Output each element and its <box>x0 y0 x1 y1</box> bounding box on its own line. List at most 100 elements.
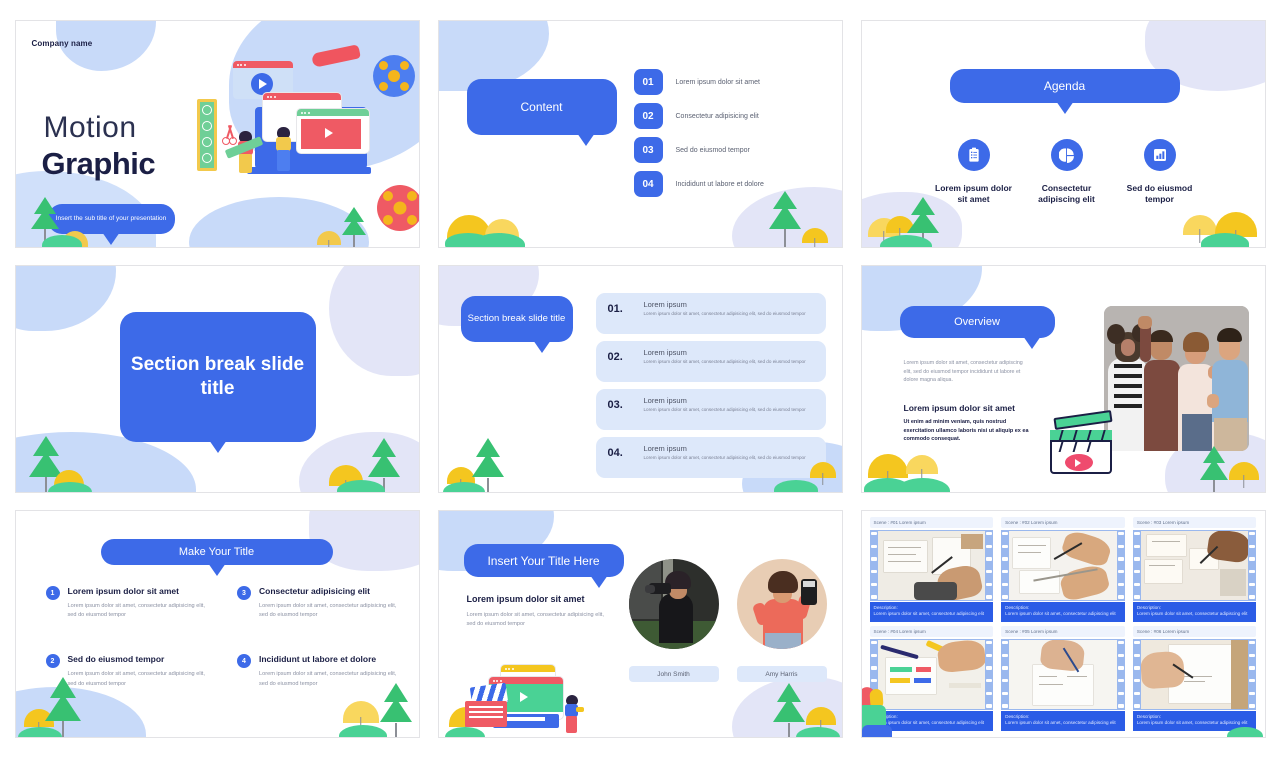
point-body: Lorem ipsum dolor sit amet, consectetur … <box>259 603 397 619</box>
mushroom-icon <box>885 216 914 240</box>
slide-thumbnail-title[interactable]: Company name Motion Graphic Insert the s… <box>14 20 420 248</box>
mushroom-icon <box>316 231 341 247</box>
mushroom-icon <box>801 228 828 247</box>
list-item[interactable]: 01 Lorem ipsum dolor sit amet <box>633 69 834 95</box>
decor-blob <box>731 677 842 737</box>
film-strip <box>1132 639 1257 710</box>
agenda-column[interactable]: Sed do eiusmod tempor <box>1118 139 1202 205</box>
point-heading: Consectetur adipisicing elit <box>259 586 370 596</box>
team-title-bubble[interactable]: Insert Your Title Here <box>463 544 624 588</box>
slide-thumbnail-agenda[interactable]: Agenda Lorem ipsum dolor sit amet Consec… <box>860 20 1266 248</box>
list-item[interactable]: 01. Lorem ipsum Lorem ipsum dolor sit am… <box>595 293 826 334</box>
bush-icon <box>41 235 82 247</box>
bar-chart-icon <box>1143 139 1176 171</box>
hand-illustration <box>861 685 898 737</box>
pie-chart-icon <box>1050 139 1083 171</box>
slide-thumbnail-overview[interactable]: Overview Lorem ipsum dolor sit amet, con… <box>860 265 1266 493</box>
film-perforations <box>1117 532 1124 599</box>
person-name-button[interactable]: Amy Harris <box>736 666 827 682</box>
point-heading: Incididunt ut labore et dolore <box>259 654 377 665</box>
film-perforations <box>1249 532 1256 599</box>
section-break-bubble[interactable]: Section break slide title <box>119 312 316 453</box>
clapperboard-icon <box>1049 410 1118 476</box>
description-label: Description: <box>1005 604 1030 610</box>
agenda-title-bubble[interactable]: Agenda <box>949 69 1180 114</box>
content-title-text: Content <box>520 100 563 114</box>
person-name: John Smith <box>657 670 690 678</box>
item-number: 03. <box>607 399 623 411</box>
video-editing-illustration <box>444 661 609 737</box>
storyboard-cell[interactable]: Scene : #05 Lorem ipsum Description: Lor… <box>1001 626 1125 731</box>
mushroom-icon <box>867 218 900 245</box>
section-title-bubble[interactable]: Section break slide title <box>460 296 573 353</box>
point-body: Lorem ipsum dolor sit amet, consectetur … <box>259 671 397 687</box>
slide-thumbnail-storyboard[interactable]: Scene : #01 Lorem ipsum Description: Lor… <box>860 510 1266 738</box>
overview-paragraph: Lorem ipsum dolor sit amet, consectetur … <box>903 360 1023 384</box>
team-heading: Lorem ipsum dolor sit amet <box>466 594 585 604</box>
film-perforations <box>1133 532 1140 599</box>
person-name-button[interactable]: John Smith <box>628 666 719 682</box>
slide-thumbnail-section-break[interactable]: Section break slide title <box>14 265 420 493</box>
film-perforations <box>1002 532 1009 599</box>
content-title-bubble[interactable]: Content <box>466 79 617 146</box>
storyboard-cell[interactable]: Scene : #01 Lorem ipsum Description: Lor… <box>869 517 994 622</box>
tree-icon <box>471 438 505 492</box>
list-item[interactable]: 02 Consectetur adipisicing elit <box>633 103 834 129</box>
list-item[interactable]: 04 Incididunt ut labore et dolore <box>633 171 834 197</box>
list-item[interactable]: 03 Sed do eiusmod tempor <box>633 137 834 163</box>
slide-thumbnail-team[interactable]: Insert Your Title Here Lorem ipsum dolor… <box>437 510 843 738</box>
team-paragraph: Lorem ipsum dolor sit amet, consectetur … <box>466 612 604 628</box>
scene-label: Scene : #04 Lorem ipsum <box>869 626 994 637</box>
section-break-title: Section break slide title <box>130 354 305 399</box>
description-body: Lorem ipsum dolor sit amet, consectetur … <box>1005 611 1116 617</box>
numbered-card-list: 01. Lorem ipsum Lorem ipsum dolor sit am… <box>595 293 826 485</box>
description-label: Description: <box>1005 713 1030 719</box>
decor-blob <box>15 687 146 737</box>
bush-icon <box>444 233 491 247</box>
point-item[interactable]: 3 Consectetur adipisicing elit Lorem ips… <box>237 586 401 620</box>
item-body: Lorem ipsum dolor sit amet, consectetur … <box>643 455 806 460</box>
list-item[interactable]: 04. Lorem ipsum Lorem ipsum dolor sit am… <box>595 437 826 478</box>
cell-description: Description: Lorem ipsum dolor sit amet,… <box>869 601 994 622</box>
team-photo <box>1103 306 1249 451</box>
film-perforations <box>986 532 993 599</box>
storyboard-photo <box>877 531 986 600</box>
overview-subheading: Lorem ipsum dolor sit amet <box>903 403 1015 413</box>
slide-thumbnail-four-points[interactable]: Make Your Title 1 Lorem ipsum dolor sit … <box>14 510 420 738</box>
list-item[interactable]: 03. Lorem ipsum Lorem ipsum dolor sit am… <box>595 389 826 430</box>
slide-thumbnail-content[interactable]: Content 01 Lorem ipsum dolor sit amet 02… <box>437 20 843 248</box>
tree-icon <box>1199 446 1229 492</box>
film-strip <box>869 530 994 601</box>
team-title-text: Insert Your Title Here <box>487 553 600 568</box>
overview-title-bubble[interactable]: Overview <box>899 306 1055 349</box>
subtitle-bubble[interactable]: Insert the sub title of your presentatio… <box>47 204 175 245</box>
storyboard-cell[interactable]: Scene : #02 Lorem ipsum Description: Lor… <box>1001 517 1125 622</box>
film-strip <box>1132 530 1257 601</box>
item-body: Lorem ipsum dolor sit amet, consectetur … <box>643 407 806 412</box>
item-number: 01. <box>607 303 623 315</box>
description-label: Description: <box>1136 713 1162 719</box>
list-item[interactable]: 02. Lorem ipsum Lorem ipsum dolor sit am… <box>595 341 826 382</box>
scene-label: Scene : #03 Lorem ipsum <box>1132 517 1257 528</box>
bush-icon <box>863 478 910 492</box>
point-number: 3 <box>237 586 251 600</box>
agenda-column[interactable]: Consectetur adipiscing elit <box>1025 139 1109 205</box>
points-title-bubble[interactable]: Make Your Title <box>100 539 333 576</box>
agenda-column[interactable]: Lorem ipsum dolor sit amet <box>932 139 1016 205</box>
point-item[interactable]: 1 Lorem ipsum dolor sit amet Lorem ipsum… <box>45 586 210 620</box>
film-strip <box>1001 639 1125 710</box>
slide-thumbnail-numbered-list[interactable]: Section break slide title 01. Lorem ipsu… <box>437 265 843 493</box>
point-item[interactable]: 2 Sed do eiusmod tempor Lorem ipsum dolo… <box>45 654 210 688</box>
tree-icon <box>367 438 401 492</box>
point-item[interactable]: 4 Incididunt ut labore et dolore Lorem i… <box>237 654 401 688</box>
storyboard-cell[interactable]: Scene : #06 Lorem ipsum Description: Lor… <box>1132 626 1257 731</box>
bush-icon <box>795 727 840 737</box>
tree-icon <box>28 436 64 492</box>
film-perforations <box>1117 641 1124 708</box>
point-number: 1 <box>45 586 60 600</box>
bush-icon <box>47 482 92 492</box>
storyboard-cell[interactable]: Scene : #03 Lorem ipsum Description: Lor… <box>1132 517 1257 622</box>
point-number: 4 <box>237 654 251 669</box>
point-body: Lorem ipsum dolor sit amet, consectetur … <box>67 603 205 619</box>
mushroom-icon <box>1214 212 1257 246</box>
